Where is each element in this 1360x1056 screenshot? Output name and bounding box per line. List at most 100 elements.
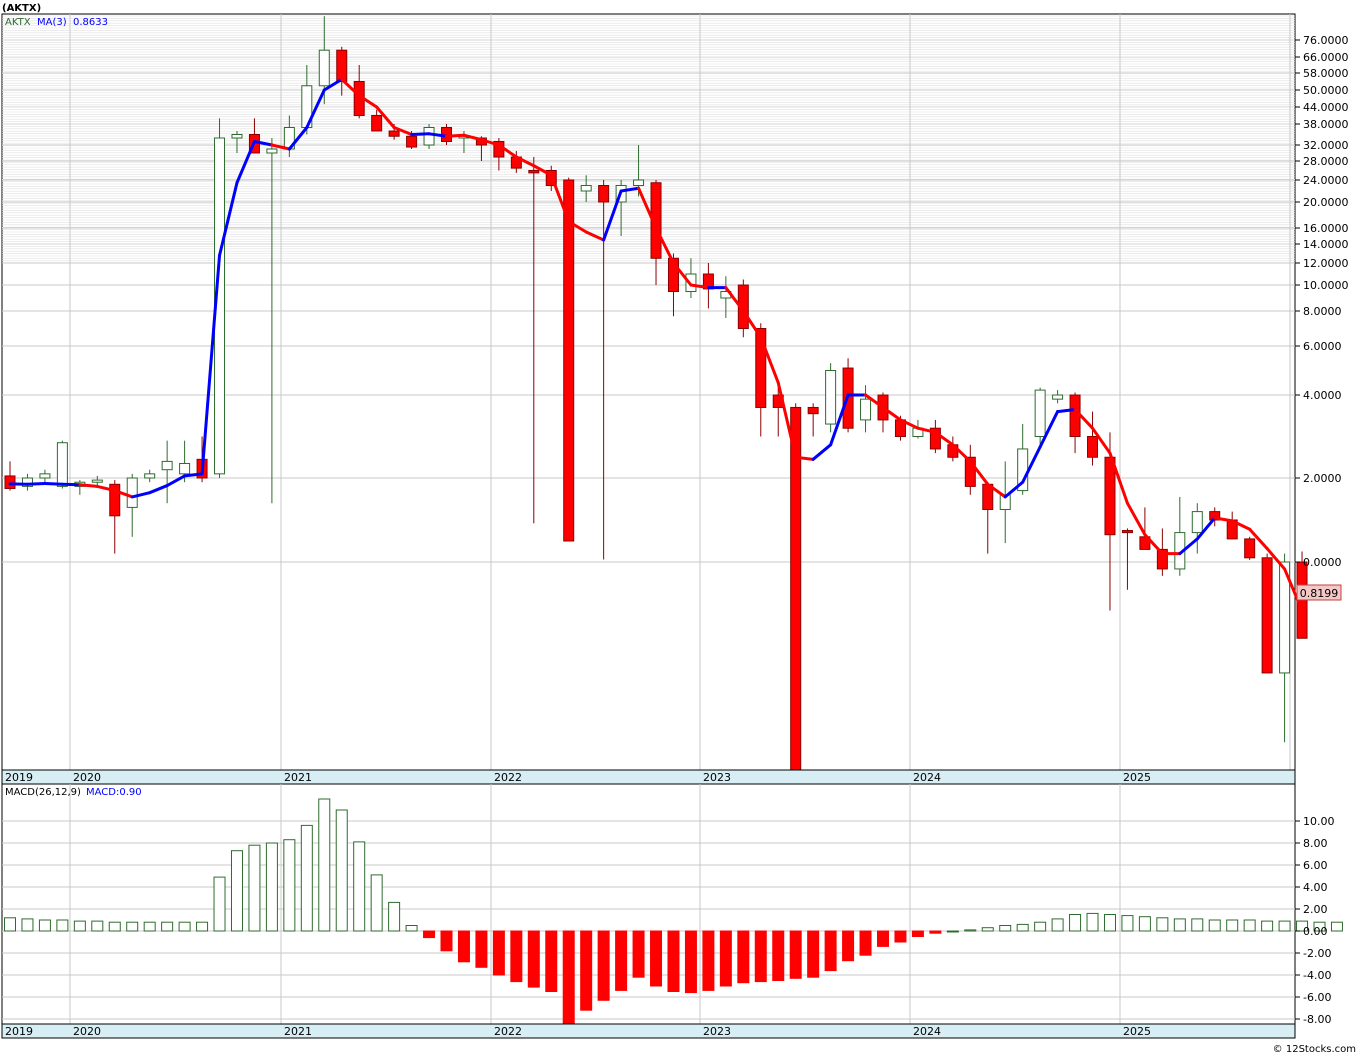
candle-body (371, 115, 383, 132)
macd-bar (632, 930, 645, 978)
ma-segment (445, 133, 466, 138)
candle-body (179, 462, 191, 475)
candle-body (1069, 394, 1081, 437)
candle-body (4, 475, 16, 489)
macd-year-label: 2024 (913, 1025, 941, 1038)
macd-bar (230, 850, 243, 932)
legend-ma-value: 0.8633 (73, 17, 108, 28)
macd-bar (457, 930, 470, 963)
macd-bar (772, 930, 785, 981)
macd-tick-label: -6.00 (1303, 991, 1331, 1004)
macd-bar (318, 798, 331, 932)
candle-body (1087, 436, 1099, 458)
macd-tick-label: 8.00 (1303, 837, 1328, 850)
price-tick-label: 20.0000 (1303, 196, 1349, 209)
price-tick-label: 2.0000 (1303, 472, 1342, 485)
macd-bar (1138, 916, 1151, 932)
candle-body (1244, 538, 1256, 559)
candle-body (807, 406, 819, 415)
year-label: 2020 (73, 771, 101, 784)
macd-bar (877, 930, 889, 947)
macd-tick-label: 6.00 (1303, 859, 1328, 872)
price-tick-label: 0.0000 (1303, 556, 1342, 569)
candle-body (144, 473, 156, 479)
price-year-axis: 2019 2020 2021 2022 2023 2024 2025 (1, 769, 1296, 785)
macd-bar (1191, 918, 1204, 932)
macd-bar (73, 920, 86, 932)
macd-bar (981, 927, 994, 932)
macd-bar (1069, 914, 1082, 932)
year-label: 2023 (703, 771, 731, 784)
macd-bar (527, 930, 540, 988)
macd-year-label: 2019 (5, 1025, 33, 1038)
macd-bar (597, 930, 610, 1001)
macd-tick-label: 0.00 (1303, 925, 1328, 938)
price-tick-label: 4.0000 (1303, 389, 1342, 402)
candle-body (388, 130, 400, 137)
macd-bar (56, 919, 69, 932)
macd-bar (1156, 917, 1169, 932)
macd-bar (213, 876, 226, 932)
macd-bar (143, 921, 156, 932)
macd-bar (650, 930, 663, 987)
candle-body (423, 127, 435, 146)
legend-ma: MA(3) (37, 17, 67, 28)
macd-bar (440, 930, 453, 952)
macd-bar (196, 921, 209, 932)
candle-body (161, 460, 173, 471)
year-label: 2021 (284, 771, 312, 784)
candle-body (1121, 530, 1133, 534)
price-tick-label: 6.0000 (1303, 340, 1342, 353)
macd-tick-label: -2.00 (1303, 947, 1331, 960)
price-tick-label: 44.0000 (1303, 101, 1349, 114)
candle-body (563, 179, 575, 542)
macd-bar (842, 930, 855, 962)
macd-bar (562, 930, 575, 1025)
legend-symbol: AKTX (5, 17, 31, 28)
macd-bar (353, 841, 366, 932)
candle-body (39, 473, 51, 479)
macd-bar (492, 930, 505, 976)
candle-body (318, 49, 330, 87)
year-label: 2024 (913, 771, 941, 784)
macd-bar (737, 930, 750, 984)
price-tick-label: 14.0000 (1303, 238, 1349, 251)
macd-bar (91, 920, 104, 932)
macd-bar (405, 925, 418, 932)
macd-bar (807, 930, 820, 978)
macd-bar (789, 930, 802, 979)
macd-bar (580, 930, 593, 1011)
macd-bar (21, 918, 34, 932)
macd-year-axis: 2019 2020 2021 2022 2023 2024 2025 (1, 1023, 1296, 1039)
price-tick-label: 66.0000 (1303, 51, 1349, 64)
macd-tick-label: 4.00 (1303, 881, 1328, 894)
candle-body (860, 398, 872, 421)
macd-tick-label: 2.00 (1303, 903, 1328, 916)
macd-bar (510, 930, 523, 983)
candle-body (1261, 557, 1273, 674)
candle-body (91, 479, 103, 483)
macd-bar (615, 930, 628, 991)
macd-bar (719, 930, 732, 987)
macd-bar (911, 930, 924, 937)
macd-bar (1034, 921, 1047, 932)
macd-bar (283, 839, 296, 932)
macd-bar (178, 921, 191, 932)
macd-bar (4, 917, 16, 932)
year-label: 2019 (5, 771, 33, 784)
candle-body (825, 370, 837, 425)
macd-tick-label: -4.00 (1303, 969, 1331, 982)
macd-bar (1261, 920, 1274, 932)
watermark: © 12Stocks.com (1273, 1044, 1356, 1055)
price-tick-label: 16.0000 (1303, 222, 1349, 235)
price-tick-label: 10.0000 (1303, 279, 1349, 292)
price-tick-label: 28.0000 (1303, 155, 1349, 168)
ma-segment (43, 481, 64, 486)
macd-bar (824, 930, 837, 972)
macd-tick-label: -8.00 (1303, 1013, 1331, 1026)
macd-year-label: 2023 (703, 1025, 731, 1038)
ma-segment (183, 472, 204, 478)
macd-panel (1, 783, 1343, 1025)
price-tick-label: 24.0000 (1303, 174, 1349, 187)
macd-bar (1103, 914, 1116, 932)
